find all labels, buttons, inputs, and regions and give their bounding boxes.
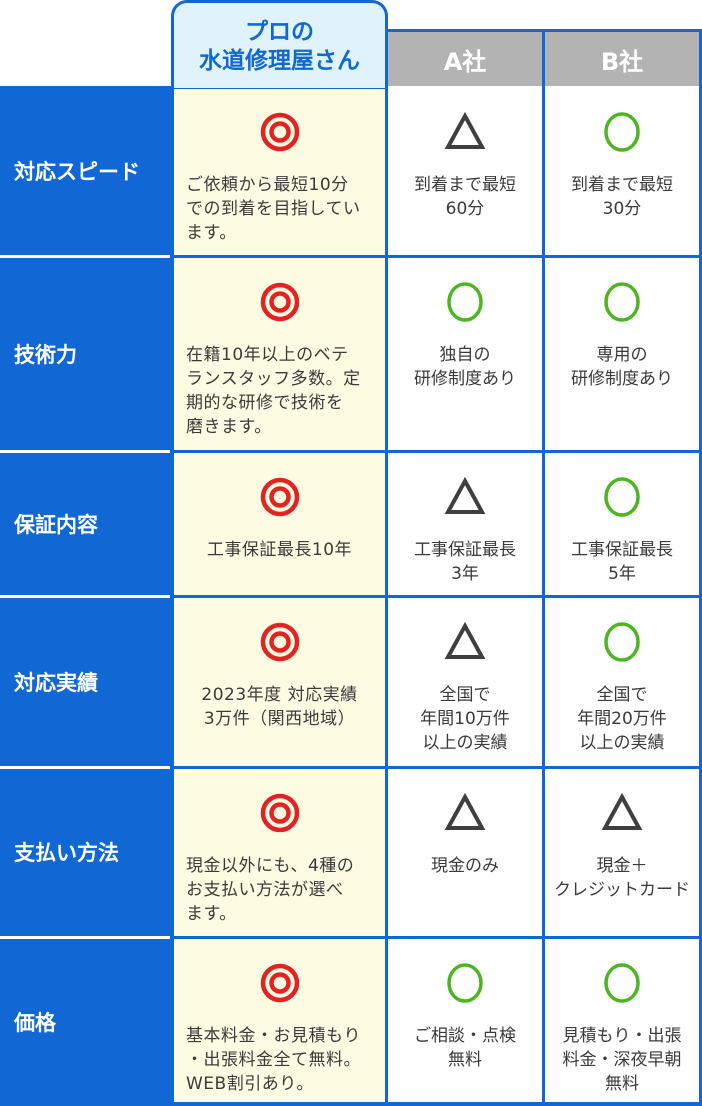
cell-pro: ご依頼から最短10分 での到着を目指してい ます。 xyxy=(174,89,385,255)
cell-text: 見積もり・出張 料金・深夜早朝 無料 xyxy=(562,1026,682,1094)
circle-icon xyxy=(601,281,643,323)
cell-text: 工事保証最長 3年 xyxy=(414,540,516,584)
cell-company-b: 見積もり・出張 料金・深夜早朝 無料 xyxy=(545,940,699,1105)
row-label: 支払い方法 xyxy=(0,767,171,937)
row-label: 価格 xyxy=(0,937,171,1106)
row-label-text: 技術力 xyxy=(14,342,77,367)
triangle-icon xyxy=(601,792,643,834)
cell-company-a: 到着まで最短 60分 xyxy=(388,89,542,255)
double-circle-icon xyxy=(259,792,301,834)
cell-company-a: ご相談・点検 無料 xyxy=(388,940,542,1105)
cell-text: 全国で 年間20万件 以上の実績 xyxy=(577,685,667,753)
circle-icon xyxy=(601,476,643,518)
double-circle-icon xyxy=(259,476,301,518)
circle-icon xyxy=(601,621,643,663)
row-label: 対応スピード xyxy=(0,86,171,256)
row-label: 対応実績 xyxy=(0,596,171,767)
cell-text: 現金のみ xyxy=(431,856,499,876)
double-circle-icon xyxy=(259,111,301,153)
highlight-header-line1: プロの xyxy=(245,18,314,45)
double-circle-icon xyxy=(259,281,301,323)
row-label: 技術力 xyxy=(0,256,171,451)
cell-text: 2023年度 対応実績 3万件（関西地域） xyxy=(201,685,358,729)
cell-text: 工事保証最長10年 xyxy=(206,540,353,560)
cell-text: 到着まで最短 60分 xyxy=(414,175,516,219)
cell-text: 全国で 年間10万件 以上の実績 xyxy=(420,685,510,753)
cell-company-b: 専用の 研修制度あり xyxy=(545,259,699,450)
cell-pro: 工事保証最長10年 xyxy=(174,454,385,595)
company-a-header: A社 xyxy=(388,29,545,86)
row-divider xyxy=(172,936,702,939)
cell-text: 現金＋ クレジットカード xyxy=(554,856,690,900)
row-label-text: 保証内容 xyxy=(14,512,98,537)
cell-company-a: 全国で 年間10万件 以上の実績 xyxy=(388,599,542,766)
triangle-icon xyxy=(444,621,486,663)
cell-text: ご相談・点検 無料 xyxy=(414,1026,516,1070)
cell-pro: 2023年度 対応実績 3万件（関西地域） xyxy=(174,599,385,766)
cell-pro: 在籍10年以上のベテ ランスタッフ多数。定 期的な研修で技術を 磨きます。 xyxy=(174,259,385,450)
triangle-icon xyxy=(444,792,486,834)
cell-company-a: 現金のみ xyxy=(388,770,542,936)
row-label: 保証内容 xyxy=(0,451,171,596)
company-b-header: B社 xyxy=(545,29,702,86)
cell-company-b: 現金＋ クレジットカード xyxy=(545,770,699,936)
cell-text: 独自の 研修制度あり xyxy=(414,345,516,389)
row-label-text: 対応実績 xyxy=(14,670,98,695)
cell-text: 在籍10年以上のベテ ランスタッフ多数。定 期的な研修で技術を 磨きます。 xyxy=(186,345,361,437)
cell-pro: 現金以外にも、4種の お支払い方法が選べ ます。 xyxy=(174,770,385,936)
highlight-header-line2: 水道修理屋さん xyxy=(199,47,360,74)
cell-company-a: 工事保証最長 3年 xyxy=(388,454,542,595)
circle-icon xyxy=(601,962,643,1004)
row-divider xyxy=(172,595,702,598)
row-label-text: 支払い方法 xyxy=(14,841,119,865)
highlight-column-header: プロの 水道修理屋さん xyxy=(171,0,388,88)
cell-text: 基本料金・お見積もり ・出張料金全て無料。 WEB割引あり。 xyxy=(186,1026,361,1094)
cell-company-b: 工事保証最長 5年 xyxy=(545,454,699,595)
cell-company-b: 到着まで最短 30分 xyxy=(545,89,699,255)
circle-icon xyxy=(444,962,486,1004)
double-circle-icon xyxy=(259,621,301,663)
row-label-text: 対応スピード xyxy=(14,160,140,184)
cell-pro: 基本料金・お見積もり ・出張料金全て無料。 WEB割引あり。 xyxy=(174,940,385,1105)
cell-text: 現金以外にも、4種の お支払い方法が選べ ます。 xyxy=(186,856,355,924)
cell-company-b: 全国で 年間20万件 以上の実績 xyxy=(545,599,699,766)
row-divider xyxy=(172,450,702,453)
triangle-icon xyxy=(444,476,486,518)
circle-icon xyxy=(444,281,486,323)
cell-text: 到着まで最短 30分 xyxy=(571,175,673,219)
cell-company-a: 独自の 研修制度あり xyxy=(388,259,542,450)
cell-text: 工事保証最長 5年 xyxy=(571,540,673,584)
double-circle-icon xyxy=(259,962,301,1004)
cell-text: ご依頼から最短10分 での到着を目指してい ます。 xyxy=(186,175,361,243)
circle-icon xyxy=(601,111,643,153)
triangle-icon xyxy=(444,111,486,153)
cell-text: 専用の 研修制度あり xyxy=(571,345,673,389)
row-label-text: 価格 xyxy=(14,1010,56,1035)
row-divider xyxy=(172,766,702,769)
row-divider xyxy=(172,255,702,258)
